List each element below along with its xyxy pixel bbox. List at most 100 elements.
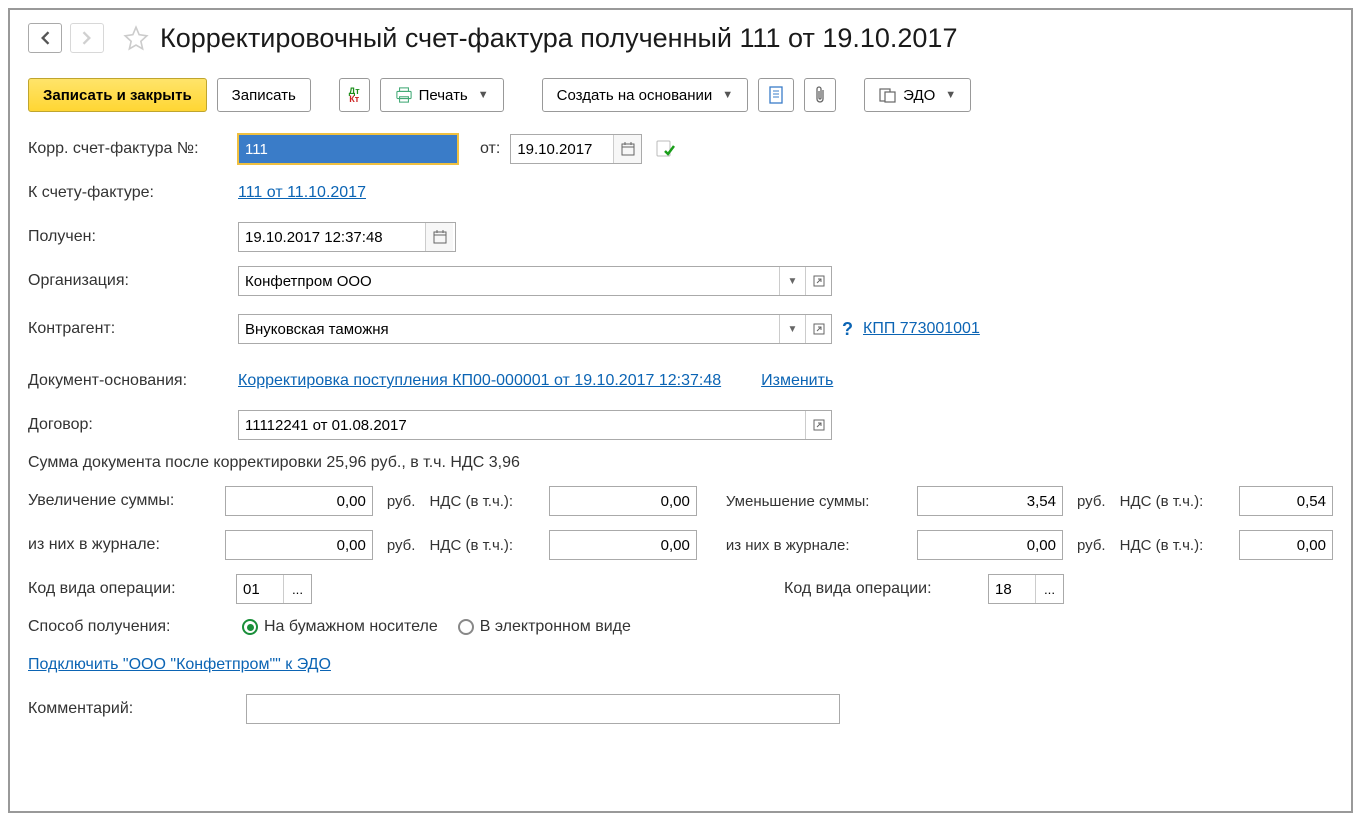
- opcode1-field[interactable]: ...: [236, 574, 312, 604]
- increase-vat-input[interactable]: [549, 486, 697, 516]
- counterparty-field[interactable]: ▼: [238, 314, 832, 344]
- dtkt-button[interactable]: ДтКт: [339, 78, 370, 112]
- journal-increase-input[interactable]: [225, 530, 373, 560]
- opcode1-input[interactable]: [237, 575, 283, 603]
- attachment-button[interactable]: [804, 78, 836, 112]
- favorite-star-icon[interactable]: [120, 22, 152, 54]
- currency-label: руб.: [1077, 537, 1106, 554]
- increase-amount-input[interactable]: [225, 486, 373, 516]
- vat-label: НДС (в т.ч.):: [1120, 493, 1233, 510]
- calendar-icon: [621, 142, 635, 156]
- decrease-amount-input[interactable]: [917, 486, 1063, 516]
- open-icon: [813, 323, 825, 335]
- select-button[interactable]: ...: [283, 575, 311, 603]
- calendar-button[interactable]: [613, 135, 641, 163]
- journal-increase-vat-input[interactable]: [549, 530, 697, 560]
- calendar-button[interactable]: [425, 223, 453, 251]
- help-icon[interactable]: ?: [842, 319, 853, 340]
- calendar-icon: [433, 230, 447, 244]
- chevron-down-icon: ▼: [788, 276, 798, 287]
- print-button[interactable]: Печать ▼: [380, 78, 504, 112]
- contract-input[interactable]: [239, 411, 805, 439]
- receipt-method-label: Способ получения:: [28, 618, 222, 636]
- dropdown-button[interactable]: ▼: [779, 267, 805, 295]
- date-input[interactable]: [511, 135, 613, 163]
- contract-field[interactable]: [238, 410, 832, 440]
- open-icon: [813, 275, 825, 287]
- increase-label: Увеличение суммы:: [28, 492, 219, 510]
- vat-label: НДС (в т.ч.):: [429, 493, 542, 510]
- date-field[interactable]: [510, 134, 642, 164]
- chevron-down-icon: ▼: [722, 89, 733, 101]
- contract-label: Договор:: [28, 416, 238, 434]
- paperclip-icon: [814, 85, 826, 105]
- counterparty-label: Контрагент:: [28, 320, 238, 338]
- open-button[interactable]: [805, 315, 831, 343]
- open-button[interactable]: [805, 411, 831, 439]
- journal-label: из них в журнале:: [726, 537, 911, 554]
- basis-label: Документ-основания:: [28, 372, 238, 390]
- create-based-label: Создать на основании: [557, 87, 713, 104]
- received-label: Получен:: [28, 228, 238, 246]
- basis-link[interactable]: Корректировка поступления КП00-000001 от…: [238, 372, 721, 390]
- save-and-close-button[interactable]: Записать и закрыть: [28, 78, 207, 112]
- open-icon: [813, 419, 825, 431]
- comment-input[interactable]: [246, 694, 840, 724]
- select-button[interactable]: ...: [1035, 575, 1063, 603]
- counterparty-input[interactable]: [239, 315, 779, 343]
- create-based-button[interactable]: Создать на основании ▼: [542, 78, 749, 112]
- vat-label: НДС (в т.ч.):: [429, 537, 542, 554]
- org-field[interactable]: ▼: [238, 266, 832, 296]
- save-button[interactable]: Записать: [217, 78, 311, 112]
- to-invoice-link[interactable]: 111 от 11.10.2017: [238, 184, 366, 202]
- opcode2-field[interactable]: ...: [988, 574, 1064, 604]
- received-field[interactable]: [238, 222, 456, 252]
- radio-icon: [242, 619, 258, 635]
- edo-icon: [879, 87, 897, 103]
- currency-label: руб.: [1077, 493, 1106, 510]
- chevron-down-icon: ▼: [945, 89, 956, 101]
- change-link[interactable]: Изменить: [761, 372, 833, 390]
- journal-decrease-input[interactable]: [917, 530, 1063, 560]
- radio-electronic[interactable]: В электронном виде: [458, 618, 631, 636]
- edo-label: ЭДО: [903, 87, 935, 104]
- journal-label: из них в журнале:: [28, 536, 219, 554]
- journal-decrease-vat-input[interactable]: [1239, 530, 1333, 560]
- print-label: Печать: [419, 87, 468, 104]
- edo-button[interactable]: ЭДО ▼: [864, 78, 971, 112]
- to-invoice-label: К счету-фактуре:: [28, 184, 238, 202]
- dtkt-icon: ДтКт: [349, 87, 360, 103]
- decrease-vat-input[interactable]: [1239, 486, 1333, 516]
- received-input[interactable]: [239, 223, 425, 251]
- invoice-no-input[interactable]: [238, 134, 458, 164]
- open-button[interactable]: [805, 267, 831, 295]
- opcode-label: Код вида операции:: [784, 580, 982, 598]
- document-button[interactable]: [758, 78, 794, 112]
- vat-label: НДС (в т.ч.):: [1120, 537, 1233, 554]
- org-input[interactable]: [239, 267, 779, 295]
- currency-label: руб.: [387, 537, 416, 554]
- decrease-label: Уменьшение суммы:: [726, 493, 911, 510]
- status-check-icon[interactable]: [656, 140, 676, 158]
- document-icon: [768, 86, 784, 104]
- kpp-link[interactable]: КПП 773001001: [863, 320, 980, 338]
- org-label: Организация:: [28, 272, 238, 290]
- summary-text: Сумма документа после корректировки 25,9…: [28, 454, 1333, 472]
- radio-paper[interactable]: На бумажном носителе: [242, 618, 438, 636]
- comment-label: Комментарий:: [28, 700, 240, 718]
- invoice-no-label: Корр. счет-фактура №:: [28, 140, 238, 158]
- edo-connect-link[interactable]: Подключить "ООО "Конфетпром"" к ЭДО: [28, 656, 331, 674]
- forward-button[interactable]: [70, 23, 104, 53]
- opcode2-input[interactable]: [989, 575, 1035, 603]
- radio-electronic-label: В электронном виде: [480, 618, 631, 636]
- back-button[interactable]: [28, 23, 62, 53]
- currency-label: руб.: [387, 493, 416, 510]
- opcode-label: Код вида операции:: [28, 580, 230, 598]
- chevron-down-icon: ▼: [788, 324, 798, 335]
- radio-icon: [458, 619, 474, 635]
- radio-paper-label: На бумажном носителе: [264, 618, 438, 636]
- date-label: от:: [480, 140, 500, 158]
- page-title: Корректировочный счет-фактура полученный…: [160, 23, 957, 54]
- printer-icon: [395, 87, 413, 103]
- dropdown-button[interactable]: ▼: [779, 315, 805, 343]
